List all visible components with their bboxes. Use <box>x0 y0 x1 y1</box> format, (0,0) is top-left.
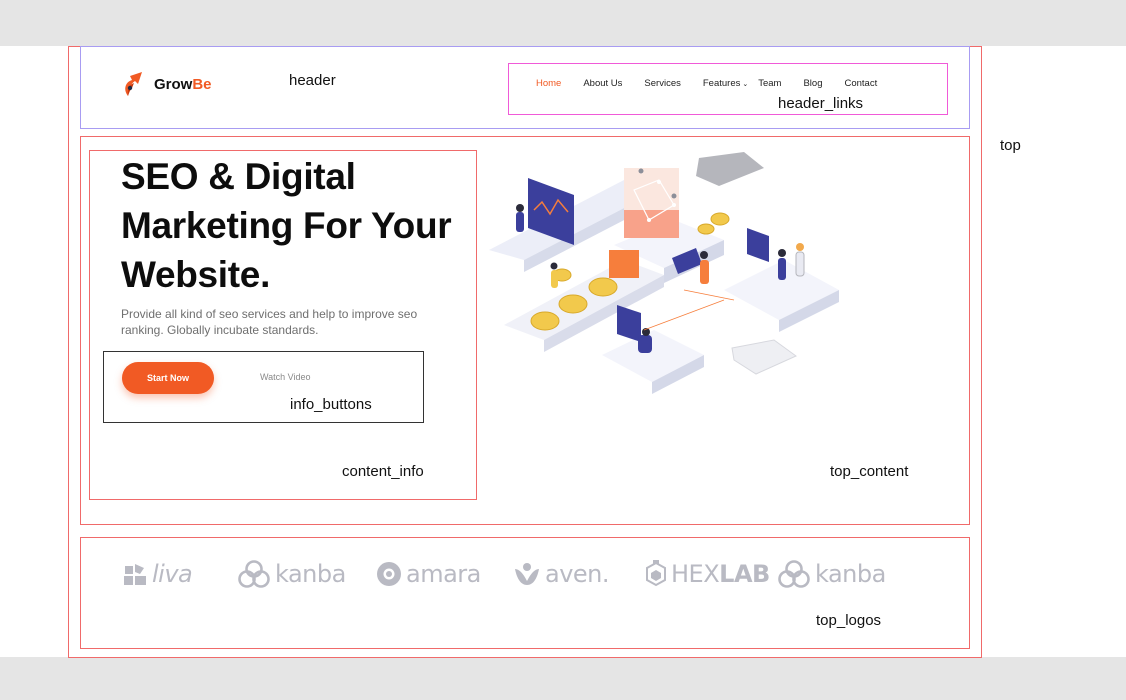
label-top: top <box>1000 137 1021 154</box>
label-header-links: header_links <box>778 95 864 112</box>
growbe-logo-icon <box>125 72 142 96</box>
machine-opening <box>609 250 639 278</box>
nav-contact[interactable]: Contact <box>844 78 877 89</box>
top-logos-frame <box>80 537 970 649</box>
logo-text-dark: Grow <box>154 75 193 93</box>
nav-home[interactable]: Home <box>536 78 561 89</box>
nav-about-us[interactable]: About Us <box>583 78 622 89</box>
aven-icon <box>515 563 539 585</box>
liva-label: liva <box>152 560 193 588</box>
logo-kanba-1[interactable]: kanba <box>237 560 346 588</box>
grey-tile-top <box>696 152 764 186</box>
logo-kanba-2[interactable]: kanba <box>777 560 886 588</box>
amara-icon <box>377 562 401 586</box>
logo-amara[interactable]: amara <box>376 560 481 588</box>
label-info-buttons: info_buttons <box>290 396 372 413</box>
start-now-button[interactable]: Start Now <box>122 362 214 394</box>
brand-logo[interactable]: GrowBe <box>122 70 212 98</box>
watch-video-button[interactable]: Watch Video <box>260 372 311 382</box>
kanba-icon <box>238 560 270 588</box>
label-header: header <box>289 72 336 89</box>
label-top-content: top_content <box>830 463 909 480</box>
chevron-down-icon: ⌄ <box>742 81 749 88</box>
nav-team[interactable]: Team <box>758 78 781 89</box>
logo-liva[interactable]: liva <box>122 560 193 588</box>
nav-features[interactable]: Features ⌄ <box>703 78 748 89</box>
hexlab-label: HEXLAB <box>671 560 770 588</box>
nav-services[interactable]: Services <box>644 78 680 89</box>
hero-headline: SEO & Digital Marketing For Your Website… <box>121 156 452 295</box>
amara-label: amara <box>406 560 481 588</box>
seo-isometric-illustration <box>489 152 839 394</box>
liva-icon <box>124 564 146 585</box>
logo-text: GrowBe <box>154 76 212 93</box>
hexlab-label-bold: LAB <box>719 560 770 588</box>
hero-description: Provide all kind of seo services and hel… <box>121 307 418 337</box>
logo-hexlab[interactable]: HEXLAB <box>645 560 770 588</box>
hexlab-icon <box>646 560 666 587</box>
hexlab-label-light: HEX <box>671 560 720 588</box>
label-content-info: content_info <box>342 463 424 480</box>
logo-text-accent: Be <box>192 75 212 93</box>
nav-blog[interactable]: Blog <box>803 78 822 89</box>
dashboard-bottom <box>617 305 641 342</box>
aven-label: aven. <box>545 560 610 588</box>
header-links-frame <box>508 63 948 115</box>
label-top-logos: top_logos <box>816 612 882 629</box>
grey-tile-bottom <box>731 339 797 375</box>
dashboard-right <box>747 228 769 262</box>
nav-features-label: Features <box>702 78 741 89</box>
header-nav: Home About Us Services Features ⌄ Team Bl… <box>536 78 899 89</box>
kanba-label-1: kanba <box>275 560 346 588</box>
kanba-icon <box>778 560 810 588</box>
logo-aven[interactable]: aven. <box>513 560 610 588</box>
kanba-label-2: kanba <box>815 560 886 588</box>
